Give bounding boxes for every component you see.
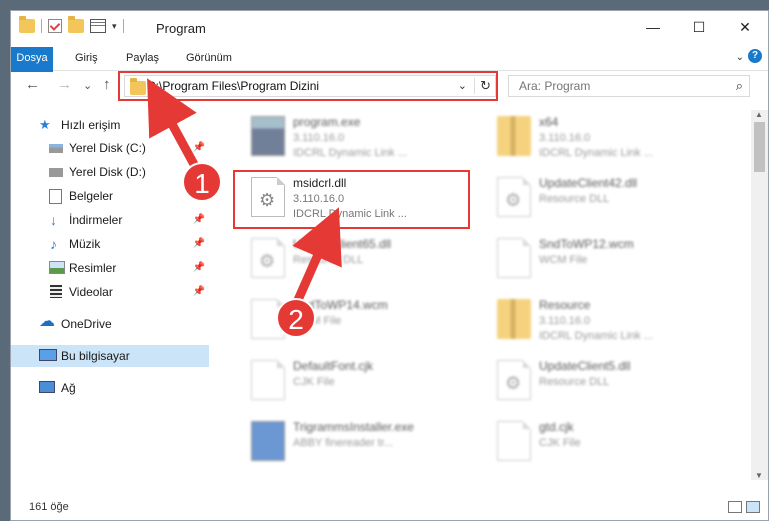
step-2-badge: 2 bbox=[276, 298, 316, 338]
arrow-to-address bbox=[147, 78, 201, 173]
step-1-badge: 1 bbox=[182, 162, 222, 202]
arrow-to-file bbox=[292, 207, 342, 305]
annotation-arrows bbox=[147, 78, 342, 305]
